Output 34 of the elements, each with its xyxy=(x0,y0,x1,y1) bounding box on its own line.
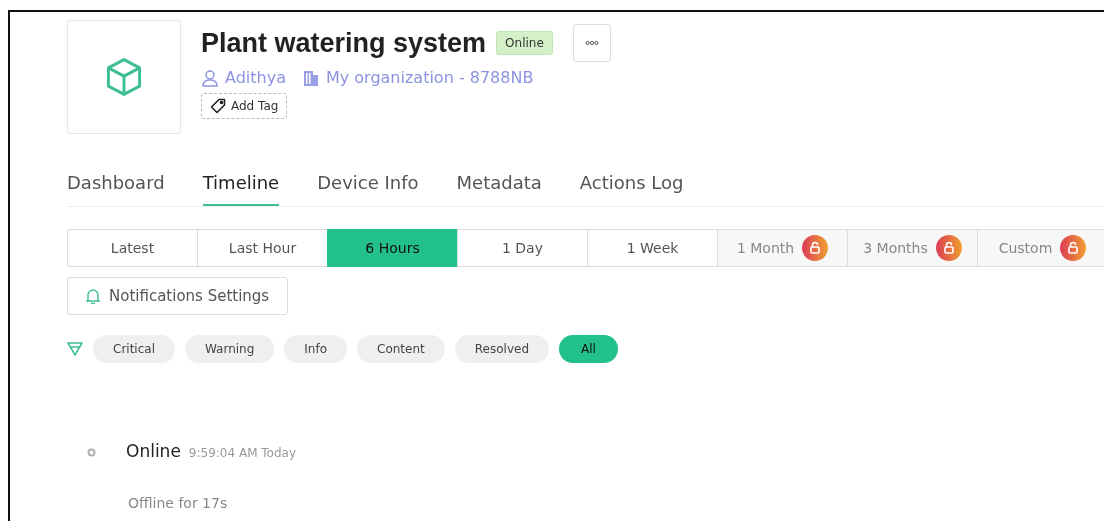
range-button[interactable]: 1 Week xyxy=(587,229,718,267)
notifications-settings-button[interactable]: Notifications Settings xyxy=(67,277,289,315)
tab[interactable]: Dashboard xyxy=(67,166,165,206)
lock-icon xyxy=(802,235,829,261)
filter-chip[interactable]: Resolved xyxy=(454,335,549,363)
tab[interactable]: Metadata xyxy=(456,166,542,206)
range-button[interactable]: Last Hour xyxy=(197,229,328,267)
building-icon xyxy=(301,68,320,87)
event-detail: Offline for 17s xyxy=(127,495,229,511)
more-button[interactable] xyxy=(572,24,611,62)
tab[interactable]: Actions Log xyxy=(579,166,684,206)
event-time: 9:59:04 AM Today xyxy=(188,446,296,460)
tab[interactable]: Device Info xyxy=(317,166,419,206)
range-button[interactable]: 1 Day xyxy=(457,229,588,267)
status-badge: Online xyxy=(496,31,553,55)
filter-chip[interactable]: Warning xyxy=(185,335,275,363)
tab[interactable]: Timeline xyxy=(202,166,280,206)
range-button[interactable]: Latest xyxy=(67,229,198,267)
user-icon xyxy=(201,68,219,87)
more-icon xyxy=(584,40,599,46)
filter-chip[interactable]: Critical xyxy=(93,335,175,363)
filter-chip[interactable]: All xyxy=(559,335,618,363)
event-title: Online xyxy=(126,441,181,461)
add-tag-button[interactable]: Add Tag xyxy=(201,93,288,119)
timeline-dot-icon xyxy=(87,448,96,457)
range-button[interactable]: 6 Hours xyxy=(327,229,458,267)
filter-icon xyxy=(67,341,83,357)
lock-icon xyxy=(935,235,962,261)
filter-chip[interactable]: Content xyxy=(357,335,445,363)
filter-chip[interactable]: Info xyxy=(284,335,348,363)
bell-icon xyxy=(86,288,100,304)
device-name: Plant watering system xyxy=(201,27,487,59)
tag-icon xyxy=(210,98,226,114)
lock-icon xyxy=(1060,235,1087,261)
